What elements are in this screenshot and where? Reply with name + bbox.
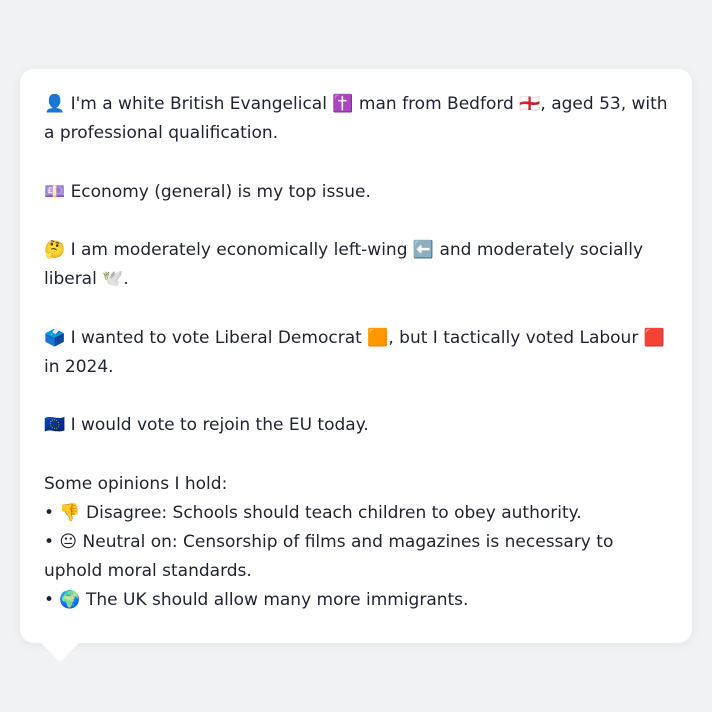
profile-message-bubble: 👤 I'm a white British Evangelical ✝️ man… [20, 69, 692, 643]
opinion-item: • 👎 Disagree: Schools should teach child… [44, 502, 582, 523]
bubble-tail [40, 642, 80, 662]
opinions-heading: Some opinions I hold: [44, 473, 228, 494]
eu-text: 🇪🇺 I would vote to rejoin the EU today. [44, 415, 369, 436]
intro-text: 👤 I'm a white British Evangelical ✝️ man… [44, 94, 668, 144]
ideology-text: 🤔 I am moderately economically left-wing… [44, 239, 644, 290]
vote-text: 🗳️ I wanted to vote Liberal Democrat 🟧, … [44, 327, 665, 377]
opinion-item: • 🌍 The UK should allow many more immigr… [44, 590, 469, 611]
top-issue-text: 💷 Economy (general) is my top issue. [44, 181, 371, 202]
opinion-item: • 😐 Neutral on: Censorship of films and … [44, 531, 614, 582]
